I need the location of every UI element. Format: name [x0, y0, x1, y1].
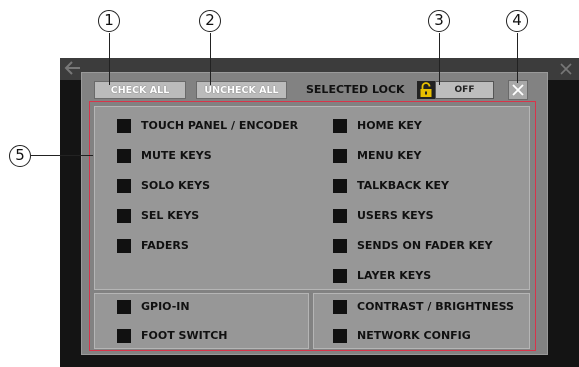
callout-leader	[439, 33, 440, 85]
close-button[interactable]	[508, 80, 528, 100]
callout-leader	[517, 33, 518, 83]
selected-lock-label: SELECTED LOCK	[306, 83, 405, 96]
callout-1: 1	[98, 10, 120, 32]
background-close-icon	[560, 63, 572, 75]
lock-icon	[417, 81, 435, 99]
back-arrow-icon	[64, 61, 80, 75]
callout-5: 5	[9, 145, 31, 167]
close-icon	[512, 84, 524, 96]
check-all-button[interactable]: CHECK ALL	[94, 81, 186, 99]
lock-items-highlight-border	[89, 101, 536, 351]
callout-leader	[109, 33, 110, 85]
callout-4: 4	[506, 10, 528, 32]
callout-3: 3	[428, 10, 450, 32]
callout-2: 2	[199, 10, 221, 32]
selected-lock-toggle[interactable]: OFF	[435, 81, 494, 99]
callout-leader	[31, 155, 93, 156]
callout-leader	[210, 33, 211, 85]
